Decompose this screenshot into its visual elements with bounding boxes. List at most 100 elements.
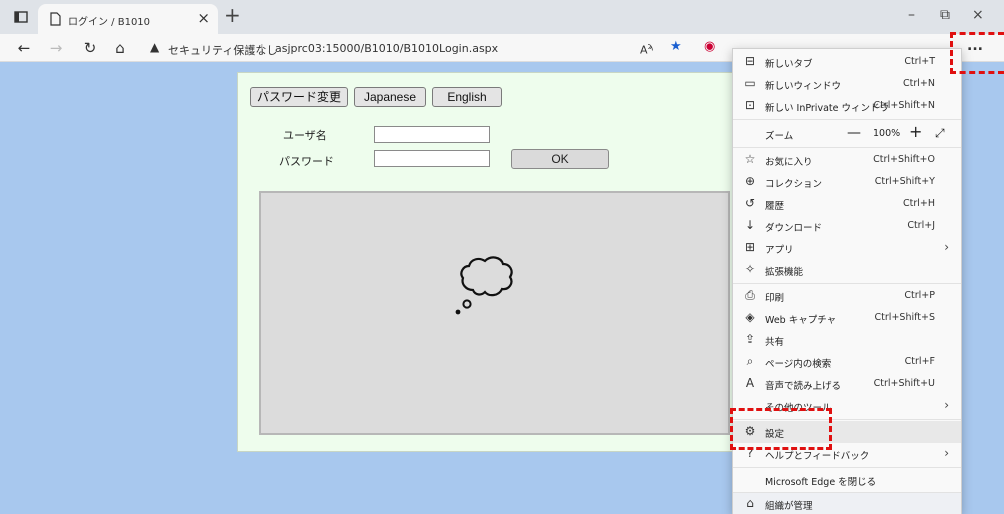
image-placeholder bbox=[259, 191, 730, 435]
zoom-in-button[interactable]: + bbox=[909, 124, 922, 140]
warning-icon: ▲ bbox=[150, 40, 160, 54]
menu-separator bbox=[733, 119, 961, 120]
inprivate-icon: ⊡ bbox=[744, 98, 756, 112]
change-password-button[interactable]: パスワード変更 bbox=[250, 87, 348, 107]
menu-shortcut: Ctrl+Shift+N bbox=[873, 100, 935, 111]
login-panel: パスワード変更 Japanese English ユーザ名 パスワード OK bbox=[237, 72, 755, 452]
close-window-button[interactable]: × bbox=[972, 6, 984, 24]
menu-item-web-capture[interactable]: ◈ Web キャプチャ Ctrl+Shift+S bbox=[733, 307, 961, 329]
menu-label: ダウンロード bbox=[765, 223, 823, 234]
menu-shortcut: Ctrl+Shift+U bbox=[873, 378, 935, 389]
favorite-star-icon[interactable]: ★ bbox=[670, 39, 682, 55]
new-window-icon: ▭ bbox=[744, 76, 756, 90]
back-icon[interactable]: ← bbox=[14, 38, 34, 58]
username-input[interactable] bbox=[374, 126, 490, 143]
address-bar[interactable]: ▲ セキュリティ保護なし | asjprc03:15000/B1010/B101… bbox=[140, 37, 700, 59]
menu-shortcut: Ctrl+P bbox=[904, 290, 935, 301]
new-tab-icon: ⊟ bbox=[744, 54, 756, 68]
menu-label: ページ内の検索 bbox=[765, 359, 832, 370]
menu-item-extensions[interactable]: ✧ 拡張機能 bbox=[733, 259, 961, 281]
address-separator: | bbox=[260, 42, 264, 55]
menu-item-inprivate[interactable]: ⊡ 新しい InPrivate ウィンドウ Ctrl+Shift+N bbox=[733, 95, 961, 117]
menu-label: 履歴 bbox=[765, 201, 785, 212]
japanese-button[interactable]: Japanese bbox=[354, 87, 426, 107]
history-icon: ↺ bbox=[744, 196, 756, 210]
menu-shortcut: Ctrl+H bbox=[902, 198, 935, 209]
menu-item-print[interactable]: ⎙ 印刷 Ctrl+P bbox=[733, 285, 961, 307]
read-aloud-icon[interactable]: Aϡ bbox=[640, 39, 653, 59]
new-tab-button[interactable]: + bbox=[224, 5, 241, 25]
tab-close-icon[interactable]: × bbox=[197, 10, 210, 26]
home-icon[interactable]: ⌂ bbox=[110, 38, 130, 58]
menu-item-collections[interactable]: ⊕ コレクション Ctrl+Shift+Y bbox=[733, 171, 961, 193]
organization-icon: ⌂ bbox=[746, 496, 754, 510]
english-button[interactable]: English bbox=[432, 87, 502, 107]
menu-separator bbox=[733, 147, 961, 148]
menu-item-zoom: ズーム — 100% + ⤢ bbox=[733, 123, 961, 145]
menu-label: アプリ bbox=[765, 245, 794, 256]
menu-separator bbox=[733, 467, 961, 468]
menu-shortcut: Ctrl+T bbox=[904, 56, 935, 67]
restore-button[interactable]: ⧉ bbox=[940, 6, 950, 24]
tab-strip: ログイン / B1010 × + – ⧉ × bbox=[0, 0, 1004, 34]
menu-item-history[interactable]: ↺ 履歴 Ctrl+H bbox=[733, 193, 961, 215]
menu-item-apps[interactable]: ⊞ アプリ › bbox=[733, 237, 961, 259]
ok-button[interactable]: OK bbox=[511, 149, 609, 169]
minimize-button[interactable]: – bbox=[908, 6, 915, 24]
menu-label: お気に入り bbox=[765, 157, 813, 168]
menu-item-managed: ⌂ 組織が管理 bbox=[733, 493, 961, 514]
tab-actions-icon[interactable] bbox=[12, 8, 30, 26]
menu-shortcut: Ctrl+Shift+S bbox=[874, 312, 935, 323]
zoom-out-button[interactable]: — bbox=[847, 126, 861, 140]
forward-icon[interactable]: → bbox=[46, 38, 66, 58]
menu-label: 共有 bbox=[765, 337, 785, 348]
password-input[interactable] bbox=[374, 150, 490, 167]
menu-item-share[interactable]: ⇪ 共有 bbox=[733, 329, 961, 351]
menu-item-find[interactable]: ⌕ ページ内の検索 Ctrl+F bbox=[733, 351, 961, 373]
page-icon bbox=[50, 12, 61, 26]
menu-label: コレクション bbox=[765, 179, 823, 190]
extension-icon[interactable]: ◉ bbox=[704, 39, 715, 55]
web-capture-icon: ◈ bbox=[745, 310, 755, 324]
address-url: asjprc03:15000/B1010/B1010Login.aspx bbox=[275, 42, 499, 55]
menu-label: 印刷 bbox=[765, 293, 785, 304]
menu-separator bbox=[733, 283, 961, 284]
menu-shortcut: Ctrl+Shift+Y bbox=[874, 176, 935, 187]
thought-bubble-icon bbox=[455, 256, 513, 315]
menu-item-new-tab[interactable]: ⊟ 新しいタブ Ctrl+T bbox=[733, 51, 961, 73]
favorites-icon: ☆ bbox=[744, 152, 756, 166]
menu-item-close-edge[interactable]: Microsoft Edge を閉じる bbox=[733, 469, 961, 491]
chevron-right-icon: › bbox=[944, 240, 949, 254]
extensions-icon: ✧ bbox=[744, 262, 756, 276]
print-icon: ⎙ bbox=[745, 288, 755, 302]
read-aloud-icon: A bbox=[745, 376, 755, 390]
find-icon: ⌕ bbox=[746, 354, 754, 368]
menu-shortcut: Ctrl+Shift+O bbox=[873, 154, 935, 165]
menu-item-favorites[interactable]: ☆ お気に入り Ctrl+Shift+O bbox=[733, 149, 961, 171]
collections-icon: ⊕ bbox=[744, 174, 756, 188]
menu-label: 拡張機能 bbox=[765, 267, 804, 278]
highlight-settings bbox=[730, 408, 832, 450]
menu-shortcut: Ctrl+J bbox=[907, 220, 935, 231]
chevron-right-icon: › bbox=[944, 398, 949, 412]
password-label: パスワード bbox=[279, 155, 334, 168]
menu-label: 組織が管理 bbox=[765, 501, 813, 512]
menu-item-downloads[interactable]: ↓ ダウンロード Ctrl+J bbox=[733, 215, 961, 237]
refresh-icon[interactable]: ↻ bbox=[80, 38, 100, 58]
share-icon: ⇪ bbox=[744, 332, 756, 346]
browser-tab[interactable]: ログイン / B1010 × bbox=[38, 4, 218, 34]
menu-label: 新しいウィンドウ bbox=[765, 81, 842, 92]
menu-shortcut: Ctrl+N bbox=[903, 78, 935, 89]
zoom-level: 100% bbox=[873, 128, 901, 139]
download-icon: ↓ bbox=[744, 218, 756, 232]
username-label: ユーザ名 bbox=[283, 129, 327, 142]
menu-item-new-window[interactable]: ▭ 新しいウィンドウ Ctrl+N bbox=[733, 73, 961, 95]
highlight-more-button bbox=[950, 32, 1004, 74]
menu-label: Microsoft Edge を閉じる bbox=[765, 477, 877, 488]
menu-item-read-aloud[interactable]: A 音声で読み上げる Ctrl+Shift+U bbox=[733, 373, 961, 395]
menu-shortcut: Ctrl+F bbox=[904, 356, 935, 367]
chevron-right-icon: › bbox=[944, 446, 949, 460]
menu-label: Web キャプチャ bbox=[765, 315, 837, 326]
fullscreen-icon[interactable]: ⤢ bbox=[935, 126, 945, 140]
menu-label: ヘルプとフィードバック bbox=[765, 451, 870, 462]
